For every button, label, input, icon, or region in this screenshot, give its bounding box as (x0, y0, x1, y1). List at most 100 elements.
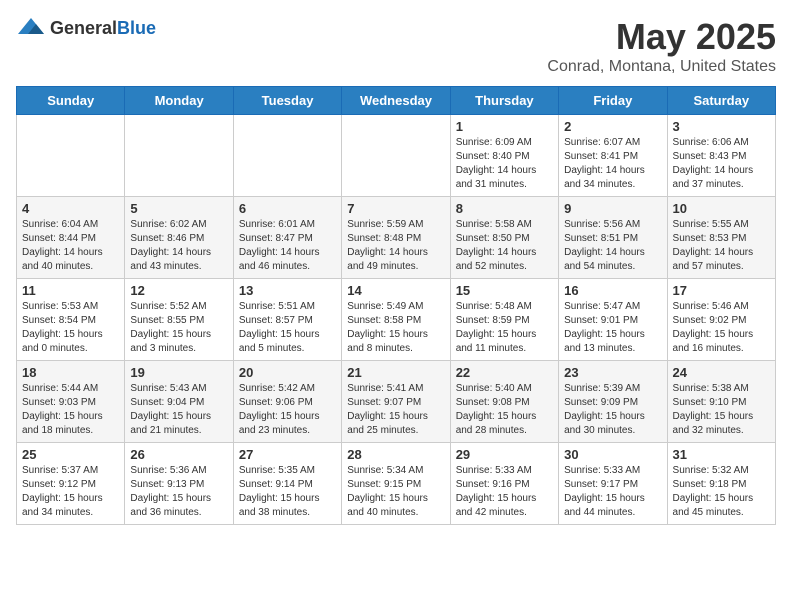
calendar-cell-2-2: 5 Sunrise: 6:02 AMSunset: 8:46 PMDaylight… (125, 197, 233, 279)
day-info: Sunrise: 5:48 AMSunset: 8:59 PMDaylight:… (456, 300, 553, 356)
day-number: 26 (130, 447, 227, 462)
day-info: Sunrise: 6:02 AMSunset: 8:46 PMDaylight:… (130, 218, 227, 274)
day-info: Sunrise: 5:35 AMSunset: 9:14 PMDaylight:… (239, 464, 336, 520)
day-number: 19 (130, 365, 227, 380)
week-row-4: 18 Sunrise: 5:44 AMSunset: 9:03 PMDayligh… (17, 361, 776, 443)
day-info: Sunrise: 5:36 AMSunset: 9:13 PMDaylight:… (130, 464, 227, 520)
day-number: 5 (130, 201, 227, 216)
day-info: Sunrise: 5:46 AMSunset: 9:02 PMDaylight:… (673, 300, 770, 356)
day-info: Sunrise: 5:44 AMSunset: 9:03 PMDaylight:… (22, 382, 119, 438)
calendar-cell-3-5: 15 Sunrise: 5:48 AMSunset: 8:59 PMDayligh… (450, 279, 558, 361)
day-info: Sunrise: 5:40 AMSunset: 9:08 PMDaylight:… (456, 382, 553, 438)
week-row-3: 11Sunrise: 5:53 AMSunset: 8:54 PMDayligh… (17, 279, 776, 361)
calendar-cell-4-2: 19Sunrise: 5:43 AMSunset: 9:04 PMDayligh… (125, 361, 233, 443)
month-year-title: May 2025 (547, 16, 776, 58)
day-number: 28 (347, 447, 444, 462)
calendar-cell-2-7: 10 Sunrise: 5:55 AMSunset: 8:53 PMDayligh… (667, 197, 775, 279)
page-header: GeneralBlue May 2025 Conrad, Montana, Un… (16, 16, 776, 76)
calendar-cell-1-7: 3 Sunrise: 6:06 AMSunset: 8:43 PMDaylight… (667, 115, 775, 197)
col-tuesday: Tuesday (233, 87, 341, 115)
calendar-cell-4-3: 20 Sunrise: 5:42 AMSunset: 9:06 PMDayligh… (233, 361, 341, 443)
day-info: Sunrise: 6:04 AMSunset: 8:44 PMDaylight:… (22, 218, 119, 274)
week-row-1: 1Sunrise: 6:09 AMSunset: 8:40 PMDaylight… (17, 115, 776, 197)
day-info: Sunrise: 5:58 AMSunset: 8:50 PMDaylight:… (456, 218, 553, 274)
day-number: 13 (239, 283, 336, 298)
calendar-cell-1-5: 1Sunrise: 6:09 AMSunset: 8:40 PMDaylight… (450, 115, 558, 197)
logo-general: General (50, 18, 117, 38)
logo-text: GeneralBlue (50, 18, 156, 39)
calendar-cell-2-1: 4 Sunrise: 6:04 AMSunset: 8:44 PMDaylight… (17, 197, 125, 279)
col-friday: Friday (559, 87, 667, 115)
day-number: 14 (347, 283, 444, 298)
day-number: 29 (456, 447, 553, 462)
calendar-cell-5-1: 25Sunrise: 5:37 AMSunset: 9:12 PMDayligh… (17, 443, 125, 525)
day-number: 10 (673, 201, 770, 216)
day-info: Sunrise: 5:33 AMSunset: 9:17 PMDaylight:… (564, 464, 661, 520)
day-number: 17 (673, 283, 770, 298)
calendar-cell-4-1: 18 Sunrise: 5:44 AMSunset: 9:03 PMDayligh… (17, 361, 125, 443)
day-info: Sunrise: 5:53 AMSunset: 8:54 PMDaylight:… (22, 300, 119, 356)
col-saturday: Saturday (667, 87, 775, 115)
day-number: 16 (564, 283, 661, 298)
day-info: Sunrise: 5:51 AMSunset: 8:57 PMDaylight:… (239, 300, 336, 356)
day-info: Sunrise: 5:34 AMSunset: 9:15 PMDaylight:… (347, 464, 444, 520)
week-row-5: 25Sunrise: 5:37 AMSunset: 9:12 PMDayligh… (17, 443, 776, 525)
day-number: 6 (239, 201, 336, 216)
day-number: 7 (347, 201, 444, 216)
day-info: Sunrise: 5:41 AMSunset: 9:07 PMDaylight:… (347, 382, 444, 438)
calendar-cell-2-6: 9 Sunrise: 5:56 AMSunset: 8:51 PMDaylight… (559, 197, 667, 279)
day-number: 15 (456, 283, 553, 298)
day-info: Sunrise: 5:47 AMSunset: 9:01 PMDaylight:… (564, 300, 661, 356)
day-number: 22 (456, 365, 553, 380)
logo-blue: Blue (117, 18, 156, 38)
calendar-cell-1-4 (342, 115, 450, 197)
day-number: 24 (673, 365, 770, 380)
day-number: 2 (564, 119, 661, 134)
day-info: Sunrise: 5:32 AMSunset: 9:18 PMDaylight:… (673, 464, 770, 520)
day-info: Sunrise: 5:33 AMSunset: 9:16 PMDaylight:… (456, 464, 553, 520)
day-number: 4 (22, 201, 119, 216)
calendar-cell-5-4: 28 Sunrise: 5:34 AMSunset: 9:15 PMDayligh… (342, 443, 450, 525)
day-info: Sunrise: 5:39 AMSunset: 9:09 PMDaylight:… (564, 382, 661, 438)
calendar-cell-3-4: 14 Sunrise: 5:49 AMSunset: 8:58 PMDayligh… (342, 279, 450, 361)
calendar-cell-2-3: 6 Sunrise: 6:01 AMSunset: 8:47 PMDaylight… (233, 197, 341, 279)
day-info: Sunrise: 5:52 AMSunset: 8:55 PMDaylight:… (130, 300, 227, 356)
day-number: 1 (456, 119, 553, 134)
day-number: 18 (22, 365, 119, 380)
calendar-cell-4-5: 22 Sunrise: 5:40 AMSunset: 9:08 PMDayligh… (450, 361, 558, 443)
calendar-header-row: Sunday Monday Tuesday Wednesday Thursday… (17, 87, 776, 115)
day-number: 8 (456, 201, 553, 216)
calendar-cell-3-6: 16 Sunrise: 5:47 AMSunset: 9:01 PMDayligh… (559, 279, 667, 361)
calendar-cell-3-7: 17 Sunrise: 5:46 AMSunset: 9:02 PMDayligh… (667, 279, 775, 361)
day-number: 30 (564, 447, 661, 462)
calendar-cell-3-2: 12Sunrise: 5:52 AMSunset: 8:55 PMDayligh… (125, 279, 233, 361)
day-info: Sunrise: 5:56 AMSunset: 8:51 PMDaylight:… (564, 218, 661, 274)
day-number: 9 (564, 201, 661, 216)
day-info: Sunrise: 6:01 AMSunset: 8:47 PMDaylight:… (239, 218, 336, 274)
logo-icon (16, 16, 46, 40)
calendar-table: Sunday Monday Tuesday Wednesday Thursday… (16, 86, 776, 525)
calendar-cell-5-3: 27Sunrise: 5:35 AMSunset: 9:14 PMDayligh… (233, 443, 341, 525)
day-number: 23 (564, 365, 661, 380)
calendar-cell-4-6: 23 Sunrise: 5:39 AMSunset: 9:09 PMDayligh… (559, 361, 667, 443)
day-info: Sunrise: 5:37 AMSunset: 9:12 PMDaylight:… (22, 464, 119, 520)
calendar-cell-1-2 (125, 115, 233, 197)
day-number: 3 (673, 119, 770, 134)
day-info: Sunrise: 5:42 AMSunset: 9:06 PMDaylight:… (239, 382, 336, 438)
calendar-cell-4-4: 21Sunrise: 5:41 AMSunset: 9:07 PMDayligh… (342, 361, 450, 443)
calendar-cell-1-1 (17, 115, 125, 197)
day-info: Sunrise: 5:49 AMSunset: 8:58 PMDaylight:… (347, 300, 444, 356)
calendar-cell-1-6: 2Sunrise: 6:07 AMSunset: 8:41 PMDaylight… (559, 115, 667, 197)
calendar-cell-2-5: 8 Sunrise: 5:58 AMSunset: 8:50 PMDaylight… (450, 197, 558, 279)
calendar-cell-2-4: 7 Sunrise: 5:59 AMSunset: 8:48 PMDaylight… (342, 197, 450, 279)
calendar-cell-5-7: 31Sunrise: 5:32 AMSunset: 9:18 PMDayligh… (667, 443, 775, 525)
day-info: Sunrise: 5:55 AMSunset: 8:53 PMDaylight:… (673, 218, 770, 274)
day-info: Sunrise: 6:06 AMSunset: 8:43 PMDaylight:… (673, 136, 770, 192)
calendar-cell-1-3 (233, 115, 341, 197)
calendar-cell-5-5: 29 Sunrise: 5:33 AMSunset: 9:16 PMDayligh… (450, 443, 558, 525)
location-subtitle: Conrad, Montana, United States (547, 58, 776, 76)
col-thursday: Thursday (450, 87, 558, 115)
day-info: Sunrise: 5:59 AMSunset: 8:48 PMDaylight:… (347, 218, 444, 274)
day-number: 20 (239, 365, 336, 380)
col-wednesday: Wednesday (342, 87, 450, 115)
